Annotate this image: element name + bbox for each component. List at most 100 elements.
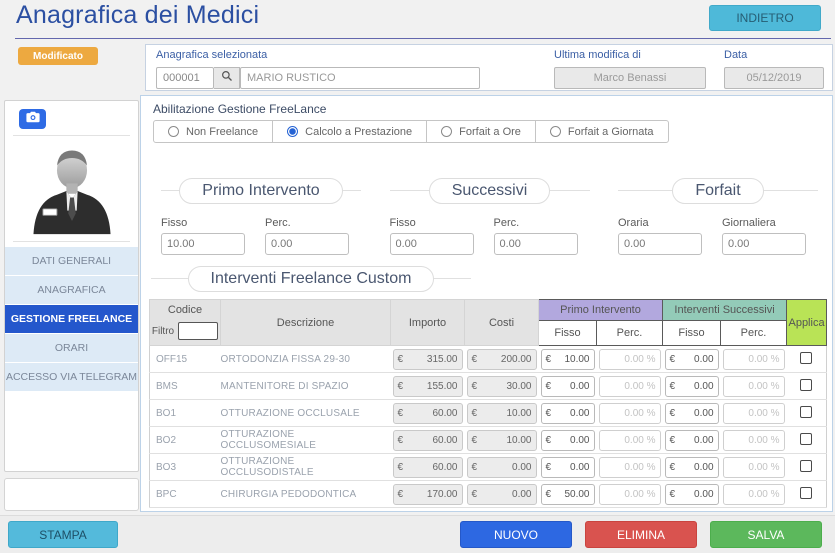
subheader-pi-perc: Perc. xyxy=(595,320,664,346)
pi-perc-input[interactable]: 0.00 % xyxy=(598,456,661,478)
costi-input: €0.00 xyxy=(466,483,537,505)
custom-table-body: OFF15 ORTODONZIA FISSA 29-30 €315.00 €20… xyxy=(149,345,828,508)
table-row: BO2 OTTURAZIONE OCCLUSOMESIALE €60.00 €1… xyxy=(149,426,828,454)
is-fisso-input[interactable]: €0.00 xyxy=(664,375,719,397)
euro-symbol: € xyxy=(471,461,478,473)
applica-checkbox[interactable] xyxy=(800,405,813,418)
applica-checkbox[interactable] xyxy=(800,378,813,391)
avatar xyxy=(24,143,120,242)
field-label: Fisso xyxy=(161,217,188,229)
change-photo-button[interactable] xyxy=(19,109,46,129)
euro-symbol: € xyxy=(471,380,478,392)
pi-perc-input[interactable]: 0.00 % xyxy=(598,483,661,505)
applica-checkbox[interactable] xyxy=(800,432,813,445)
search-icon xyxy=(221,69,233,87)
euro-symbol: € xyxy=(397,407,404,419)
selected-record-label: Anagrafica selezionata xyxy=(156,49,268,61)
date-field: 05/12/2019 xyxy=(724,67,824,89)
is-perc-input[interactable]: 0.00 % xyxy=(722,375,785,397)
euro-symbol: € xyxy=(669,407,676,419)
radio-icon xyxy=(287,126,299,137)
pi-fisso-input[interactable]: €0.00 xyxy=(540,429,595,451)
primo-intervento-fisso-input[interactable]: 10.00 xyxy=(161,233,245,255)
is-fisso-input[interactable]: €0.00 xyxy=(664,402,719,424)
footer-bar: STAMPA NUOVO ELIMINA SALVA xyxy=(0,515,835,553)
is-fisso-input[interactable]: €0.00 xyxy=(664,483,719,505)
field-label: Oraria xyxy=(618,217,649,229)
radio-label: Forfait a Giornata xyxy=(567,125,654,138)
table-row: BPC CHIRURGIA PEDODONTICA €170.00 €0.00 … xyxy=(149,480,828,508)
record-code-input[interactable]: 000001 xyxy=(156,67,214,89)
sidebar-item-dati-generali[interactable]: DATI GENERALI xyxy=(5,247,138,275)
radio-icon xyxy=(168,126,179,137)
pi-fisso-input[interactable]: €10.00 xyxy=(540,348,595,370)
field-label: Fisso xyxy=(389,217,416,229)
table-row: OFF15 ORTODONZIA FISSA 29-30 €315.00 €20… xyxy=(149,345,828,373)
filter-label: Filtro xyxy=(151,325,175,337)
euro-symbol: € xyxy=(471,407,478,419)
pi-fisso-input[interactable]: €0.00 xyxy=(540,456,595,478)
applica-checkbox[interactable] xyxy=(800,459,813,472)
sidebar-item-orari[interactable]: ORARI xyxy=(5,334,138,362)
euro-symbol: € xyxy=(545,434,552,446)
new-button[interactable]: NUOVO xyxy=(460,521,572,548)
record-search-button[interactable] xyxy=(214,67,240,89)
pi-perc-input[interactable]: 0.00 % xyxy=(598,348,661,370)
is-perc-input[interactable]: 0.00 % xyxy=(722,402,785,424)
pi-perc-input[interactable]: 0.00 % xyxy=(598,375,661,397)
freelance-enable-label: Abilitazione Gestione FreeLance xyxy=(153,102,327,116)
date-label: Data xyxy=(724,49,748,61)
radio-calcolo-a-prestazione[interactable]: Calcolo a Prestazione xyxy=(272,121,426,142)
row-description: OTTURAZIONE OCCLUSODISTALE xyxy=(220,453,391,481)
pi-perc-input[interactable]: 0.00 % xyxy=(598,402,661,424)
delete-button[interactable]: ELIMINA xyxy=(585,521,697,548)
is-perc-input[interactable]: 0.00 % xyxy=(722,483,785,505)
successivi-perc-input[interactable]: 0.00 xyxy=(493,233,578,255)
radio-forfait-a-ore[interactable]: Forfait a Ore xyxy=(426,121,535,142)
field-label: Perc. xyxy=(493,217,520,229)
pi-perc-input[interactable]: 0.00 % xyxy=(598,429,661,451)
euro-symbol: € xyxy=(545,488,552,500)
field-label: Giornaliera xyxy=(722,217,776,229)
pi-fisso-input[interactable]: €0.00 xyxy=(540,402,595,424)
primo-intervento-perc-input[interactable]: 0.00 xyxy=(265,233,349,255)
pi-fisso-input[interactable]: €50.00 xyxy=(540,483,595,505)
save-button[interactable]: SALVA xyxy=(710,521,822,548)
pi-fisso-input[interactable]: €0.00 xyxy=(540,375,595,397)
forfait-giornaliera-input[interactable]: 0.00 xyxy=(722,233,806,255)
successivi-fisso-input[interactable]: 0.00 xyxy=(389,233,474,255)
costi-input: €0.00 xyxy=(466,456,537,478)
record-name-input[interactable]: MARIO RUSTICO xyxy=(240,67,480,89)
euro-symbol: € xyxy=(545,353,552,365)
is-fisso-input[interactable]: €0.00 xyxy=(664,456,719,478)
group-successivi: Successivi Fisso 0.00 Perc. 0.00 xyxy=(389,178,590,255)
costi-input: €10.00 xyxy=(466,429,537,451)
record-bar: Anagrafica selezionata 000001 MARIO RUST… xyxy=(145,44,833,91)
is-perc-input[interactable]: 0.00 % xyxy=(722,429,785,451)
importo-input: €315.00 xyxy=(392,348,463,370)
back-button[interactable]: INDIETRO xyxy=(709,5,821,31)
code-filter-input[interactable] xyxy=(178,322,219,341)
row-code: BPC xyxy=(149,480,221,508)
radio-label: Non Freelance xyxy=(186,125,259,138)
costi-input: €10.00 xyxy=(466,402,537,424)
subheader-is-perc: Perc. xyxy=(720,320,788,346)
col-header-primo-intervento: Primo Intervento xyxy=(537,299,664,321)
modified-badge: Modificato xyxy=(18,47,98,65)
subheader-is-fisso: Fisso xyxy=(662,320,722,346)
sidebar-item-gestione-freelance[interactable]: GESTIONE FREELANCE xyxy=(5,305,138,333)
radio-forfait-a-giornata[interactable]: Forfait a Giornata xyxy=(534,121,668,142)
euro-symbol: € xyxy=(471,353,478,365)
col-header-codice: Codice xyxy=(149,299,221,321)
is-fisso-input[interactable]: €0.00 xyxy=(664,429,719,451)
applica-checkbox[interactable] xyxy=(800,351,813,364)
radio-non-freelance[interactable]: Non Freelance xyxy=(154,121,272,142)
is-perc-input[interactable]: 0.00 % xyxy=(722,456,785,478)
applica-checkbox[interactable] xyxy=(800,486,813,499)
print-button[interactable]: STAMPA xyxy=(8,521,118,548)
is-perc-input[interactable]: 0.00 % xyxy=(722,348,785,370)
forfait-oraria-input[interactable]: 0.00 xyxy=(618,233,702,255)
sidebar-item-accesso-via-telegram[interactable]: ACCESSO VIA TELEGRAM xyxy=(5,363,138,391)
sidebar-item-anagrafica[interactable]: ANAGRAFICA xyxy=(5,276,138,304)
is-fisso-input[interactable]: €0.00 xyxy=(664,348,719,370)
